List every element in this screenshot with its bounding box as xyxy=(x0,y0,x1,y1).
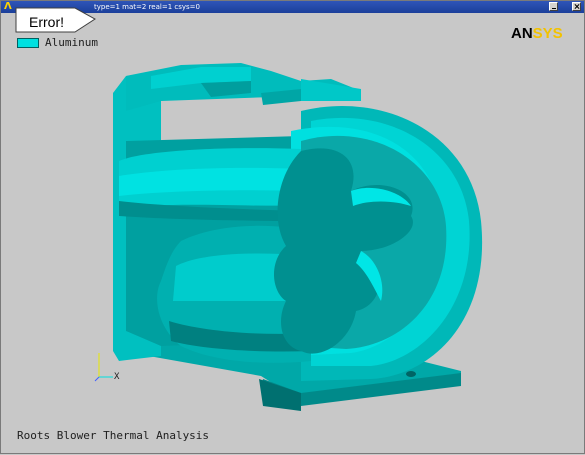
logo-part-sys: SYS xyxy=(532,25,563,42)
legend-swatch-aluminum xyxy=(17,38,39,48)
model-title: Roots Blower Thermal Analysis xyxy=(17,429,210,442)
error-callout: Error! xyxy=(15,5,96,33)
logo-part-an: AN xyxy=(511,25,533,42)
error-label: Error! xyxy=(29,14,64,30)
model-viewport[interactable] xyxy=(1,1,585,455)
legend-label-aluminum: Aluminum xyxy=(45,36,98,49)
ansys-logo: ANSYS xyxy=(511,25,563,43)
coordinate-triad: X xyxy=(94,353,120,382)
triad-x-label: X xyxy=(114,372,120,382)
graphics-window: Λ type=1 mat=2 real=1 csys=0 Error! Alum… xyxy=(0,0,585,454)
